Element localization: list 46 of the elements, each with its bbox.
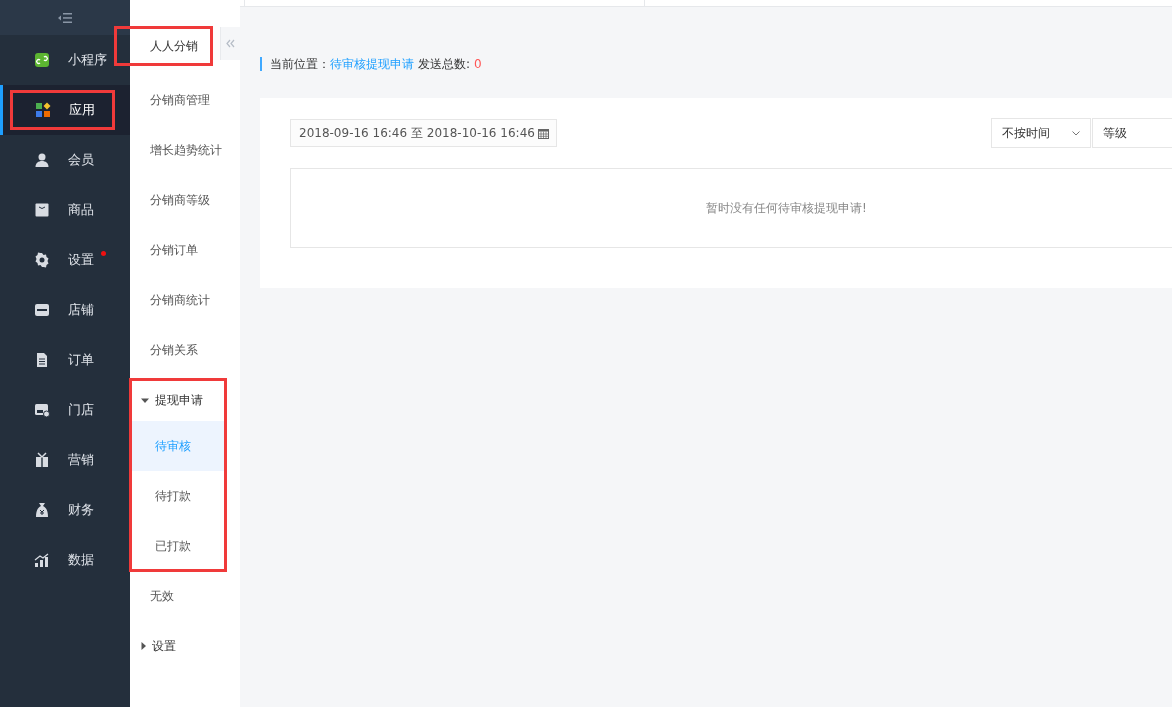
nav-icon [34, 452, 50, 468]
sidebar-item[interactable]: 应用 [0, 85, 130, 135]
double-chevron-left-icon [226, 39, 235, 48]
sidebar-item[interactable]: 数据 [0, 535, 130, 585]
nav-icon [34, 152, 50, 168]
count-value: 0 [474, 57, 482, 71]
nav-icon [34, 402, 50, 418]
caret-right-icon [141, 642, 146, 650]
submenu-item[interactable]: 已打款 [130, 521, 226, 571]
nav-icon [34, 52, 50, 68]
submenu-item[interactable]: 分销关系 [130, 325, 240, 375]
sidebar-item[interactable]: 财务 [0, 485, 130, 535]
nav-icon [34, 202, 50, 218]
count-label: 发送总数: [418, 57, 471, 71]
calendar-icon [537, 127, 549, 139]
sidebar-item[interactable]: 商品 [0, 185, 130, 235]
date-range-field[interactable]: 2018-09-16 16:46 至 2018-10-16 16:46 [290, 119, 557, 147]
submenu-item[interactable]: 增长趋势统计 [130, 125, 240, 175]
submenu-item[interactable]: 分销商统计 [130, 275, 240, 325]
submenu-item[interactable]: 分销商等级 [130, 175, 240, 225]
sidebar-item[interactable]: 店铺 [0, 285, 130, 335]
nav-icon [34, 502, 50, 518]
sidebar-item[interactable]: 门店 [0, 385, 130, 435]
nav-icon [35, 102, 51, 118]
nav-icon [34, 352, 50, 368]
nav-icon [34, 252, 50, 268]
chevron-down-icon [1072, 130, 1080, 136]
menu-collapse-icon[interactable] [58, 12, 72, 23]
sidebar-item[interactable]: 会员 [0, 135, 130, 185]
sidebar-item[interactable]: 订单 [0, 335, 130, 385]
breadcrumb-label: 当前位置： [270, 57, 330, 71]
submenu-group[interactable]: 提现申请 [130, 379, 226, 421]
submenu-group[interactable]: 设置 [130, 625, 240, 667]
empty-message: 暂时没有任何待审核提现申请! [706, 199, 867, 217]
caret-down-icon [141, 397, 149, 403]
submenu-item[interactable]: 分销商管理 [130, 75, 240, 125]
time-select[interactable]: 不按时间 [991, 118, 1091, 148]
submenu-item[interactable]: 无效 [130, 571, 240, 621]
nav-icon [34, 302, 50, 318]
submenu-item[interactable]: 分销订单 [130, 225, 240, 275]
sidebar-item[interactable]: 营销 [0, 435, 130, 485]
submenu-item[interactable]: 待打款 [130, 471, 226, 521]
level-select[interactable]: 等级 [1092, 118, 1172, 148]
nav-icon [34, 552, 50, 568]
sidebar-item[interactable]: 设置 [0, 235, 130, 285]
notification-dot [101, 251, 106, 256]
